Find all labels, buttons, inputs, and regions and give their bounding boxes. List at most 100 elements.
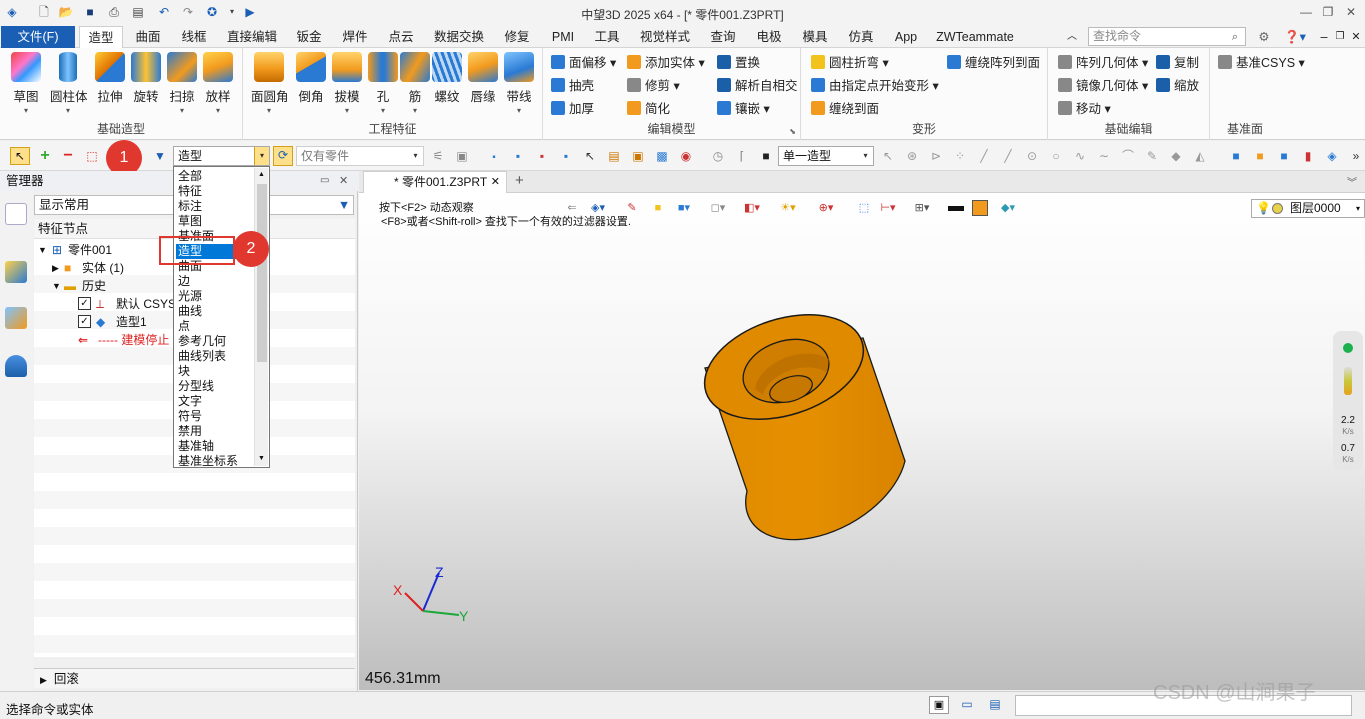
panel-float-icon[interactable]: ▭ xyxy=(320,171,329,191)
strip-button[interactable]: 带线 ▾ xyxy=(501,52,537,115)
visibility-checkbox[interactable]: ✓ xyxy=(78,315,91,328)
extrude-button[interactable]: 拉伸 xyxy=(92,52,128,105)
revolve-button[interactable]: 旋转 xyxy=(128,52,164,105)
tab-app[interactable]: App xyxy=(886,26,926,48)
emboss-button[interactable]: 镶嵌 ▾ xyxy=(717,99,770,119)
sketch-button[interactable]: 草图 ▾ xyxy=(8,52,44,115)
tab-pmi[interactable]: PMI xyxy=(542,26,584,48)
draft-button[interactable]: 拔模 ▾ xyxy=(329,52,365,115)
replace-button[interactable]: 置换 xyxy=(717,53,760,73)
tab-weldment[interactable]: 焊件 xyxy=(334,26,376,48)
scroll-up-icon[interactable]: ▲ xyxy=(255,168,268,182)
doc-minimize-button[interactable]: – xyxy=(1318,26,1330,48)
scroll-down-icon[interactable]: ▼ xyxy=(255,452,268,466)
bars-icon[interactable]: ▮ xyxy=(1300,148,1316,164)
chevron-down-icon[interactable]: ▼ xyxy=(38,241,47,259)
dropdown-option[interactable]: 点 xyxy=(176,319,254,334)
resolve-self-intersect-button[interactable]: 解析自相交 xyxy=(717,76,798,96)
chevron-down-icon[interactable]: ▾ xyxy=(408,147,423,165)
snap-point-icon[interactable]: ⬝ xyxy=(486,148,502,164)
tab-visual-style[interactable]: 视觉样式 xyxy=(634,26,696,48)
dropdown-option[interactable]: 参考几何 xyxy=(176,334,254,349)
filter-funnel-icon[interactable]: ▼ xyxy=(152,148,168,164)
add-filter-icon[interactable]: + xyxy=(37,148,53,164)
fillet-button[interactable]: 面圆角 ▾ xyxy=(251,52,289,115)
filter-funnel-icon[interactable]: ▼ xyxy=(335,196,353,214)
list-icon[interactable]: ▤ xyxy=(606,148,622,164)
chevron-right-icon[interactable]: ▶ xyxy=(52,259,59,277)
doc-restore-button[interactable]: ❐ xyxy=(1334,26,1346,48)
simplify-button[interactable]: 简化 xyxy=(627,99,670,119)
tab-modeling[interactable]: 造型 xyxy=(79,26,123,49)
dropdown-option[interactable]: 分型线 xyxy=(176,379,254,394)
dropdown-option[interactable]: 曲线 xyxy=(176,304,254,319)
sweep-button[interactable]: 扫掠 ▾ xyxy=(164,52,200,115)
circle-center-icon[interactable]: ⊙ xyxy=(1024,148,1040,164)
filter-combo[interactable]: 造型 ▾ xyxy=(173,146,270,166)
line2-icon[interactable]: ╱ xyxy=(1000,148,1016,164)
cylinder-part[interactable] xyxy=(691,296,906,541)
tab-surface[interactable]: 曲面 xyxy=(127,26,169,48)
line-icon[interactable]: ╱ xyxy=(976,148,992,164)
tab-document[interactable]: * 零件001.Z3PRT ✕ xyxy=(363,171,507,193)
restore-button[interactable]: ❐ xyxy=(1320,3,1336,21)
tab-electrode[interactable]: 电极 xyxy=(748,26,790,48)
chevron-down-icon[interactable]: ▾ xyxy=(254,147,269,165)
assembly-tab-icon[interactable] xyxy=(5,261,27,283)
collapse-ribbon-icon[interactable]: ︿ xyxy=(1064,26,1080,48)
search-icon[interactable]: ⌕ xyxy=(1227,26,1243,48)
select-mode-combo[interactable]: 单一造型 ▾ xyxy=(778,146,874,166)
tab-repair[interactable]: 修复 xyxy=(496,26,538,48)
chevron-down-icon[interactable]: ▾ xyxy=(858,147,873,165)
lip-button[interactable]: 唇缘 xyxy=(465,52,501,105)
file-menu[interactable]: 文件(F) xyxy=(1,26,75,48)
capture-icon[interactable]: ◉ xyxy=(678,148,694,164)
rib-button[interactable]: 筋 ▾ xyxy=(397,52,433,115)
doc-close-button[interactable]: ✕ xyxy=(1350,26,1362,48)
tab-zwteammate[interactable]: ZWTeammate xyxy=(932,26,1018,48)
dropdown-scrollbar[interactable]: ▲ ▼ xyxy=(254,168,268,466)
dropdown-option[interactable]: 块 xyxy=(176,364,254,379)
pick-mode-icon[interactable]: ↖ xyxy=(10,147,30,165)
view-tab-icon[interactable] xyxy=(5,307,27,329)
dropdown-option[interactable]: 标注 xyxy=(176,199,254,214)
list-view-icon[interactable]: ▤ xyxy=(986,697,1004,713)
3d-viewport[interactable]: 按下<F2> 动态观察 <F8>或者<Shift-roll> 查找下一个有效的过… xyxy=(359,193,1365,690)
move-button[interactable]: 移动 ▾ xyxy=(1058,99,1111,119)
new-tab-icon[interactable]: + xyxy=(515,172,524,189)
part-icon[interactable]: ◈ xyxy=(1324,148,1340,164)
dropdown-option[interactable]: 基准轴 xyxy=(176,439,254,454)
dropdown-option[interactable]: 草图 xyxy=(176,214,254,229)
tab-tools[interactable]: 工具 xyxy=(586,26,628,48)
cursor-icon[interactable]: ↖ xyxy=(582,148,598,164)
tab-data-exchange[interactable]: 数据交换 xyxy=(428,26,490,48)
select-arrow-icon[interactable]: ↖ xyxy=(880,148,896,164)
image-icon[interactable]: ▩ xyxy=(654,148,670,164)
shell-button[interactable]: 抽壳 xyxy=(551,76,594,96)
mirror-geometry-button[interactable]: 镜像几何体 ▾ xyxy=(1058,76,1148,96)
dropdown-option[interactable]: 禁用 xyxy=(176,424,254,439)
scale-button[interactable]: 缩放 xyxy=(1156,76,1199,96)
minimize-button[interactable]: — xyxy=(1298,3,1314,21)
snap-edge-icon[interactable]: ▪ xyxy=(510,148,526,164)
cylinder-button[interactable]: 圆柱体 ▾ xyxy=(50,52,88,115)
chevron-down-icon[interactable]: ▼ xyxy=(52,277,61,295)
arc-icon[interactable]: ⌒ xyxy=(1120,148,1136,164)
add-solid-button[interactable]: 添加实体 ▾ xyxy=(627,53,705,73)
dropdown-option[interactable]: 曲线列表 xyxy=(176,349,254,364)
close-button[interactable]: ✕ xyxy=(1343,3,1359,21)
thicken-button[interactable]: 加厚 xyxy=(551,99,594,119)
status-view-icon[interactable]: ▣ xyxy=(929,696,949,714)
model-canvas[interactable]: Z Y X xyxy=(359,193,1365,690)
group-launcher-icon[interactable]: ⬊ xyxy=(789,127,796,136)
tab-wireframe[interactable]: 线框 xyxy=(173,26,215,48)
solid-cube-icon[interactable]: ■ xyxy=(1228,148,1244,164)
panel-close-icon[interactable]: ✕ xyxy=(339,171,348,191)
refresh-filter-icon[interactable]: ⟳ xyxy=(273,146,293,166)
dropdown-option[interactable]: 特征 xyxy=(176,184,254,199)
history-tab-icon[interactable] xyxy=(5,203,27,225)
tab-pointcloud[interactable]: 点云 xyxy=(380,26,422,48)
tab-inquire[interactable]: 查询 xyxy=(702,26,744,48)
play-icon[interactable]: ⊳ xyxy=(928,148,944,164)
window-icon[interactable]: ▣ xyxy=(630,148,646,164)
